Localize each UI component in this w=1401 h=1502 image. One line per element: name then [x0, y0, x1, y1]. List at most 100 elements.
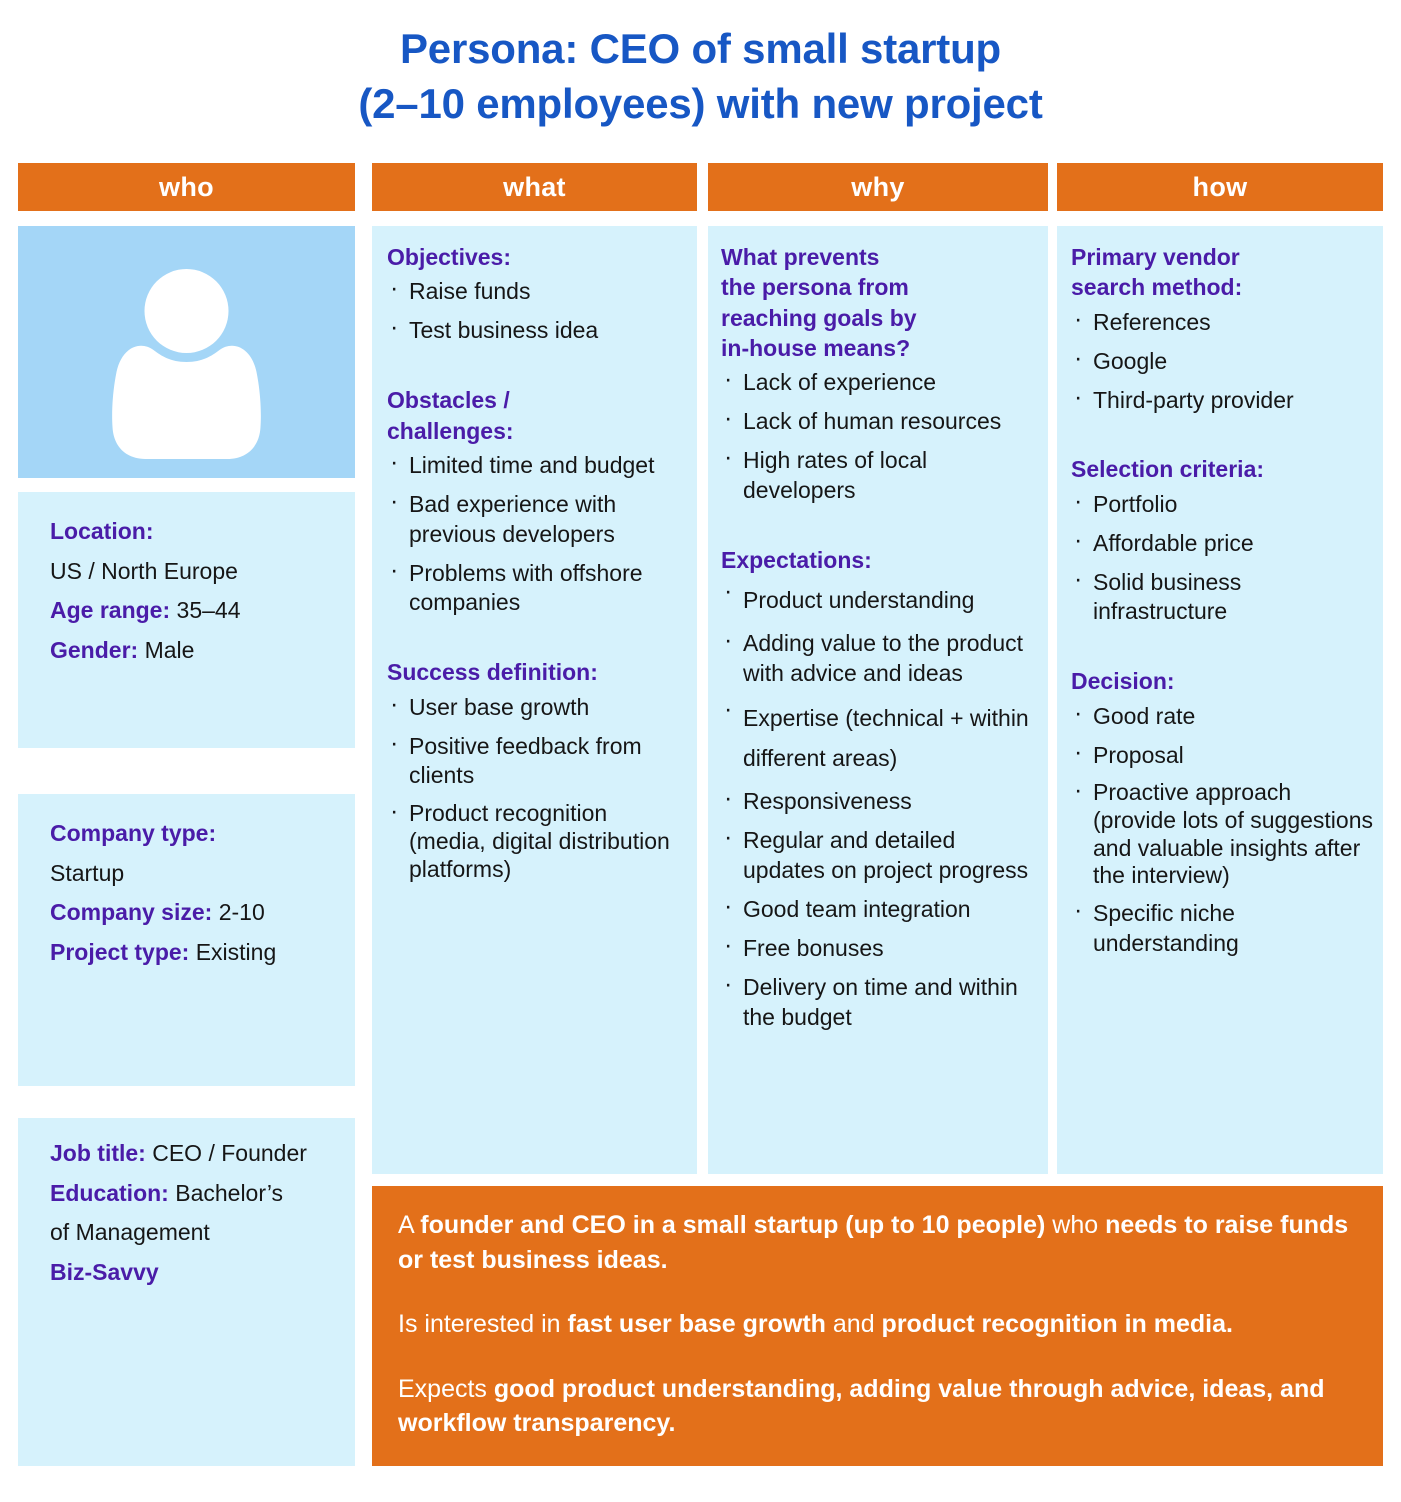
page-title-line-2: (2–10 employees) with new project	[358, 79, 1043, 127]
list-item: Bad experience with previous developers	[387, 485, 689, 550]
vendor-search-title: Primary vendor search method:	[1071, 242, 1375, 303]
summary-panel: A founder and CEO in a small startup (up…	[372, 1186, 1383, 1466]
page-title: Persona: CEO of small startup (2–10 empl…	[0, 22, 1401, 131]
list-item: High rates of local developers	[721, 441, 1042, 506]
summary-p1-b: founder and CEO in a small startup (up t…	[420, 1211, 1046, 1239]
list-item: Third-party provider	[1071, 381, 1375, 416]
list-item: Product recognition (media, digital dist…	[387, 795, 689, 883]
list-item: Limited time and budget	[387, 446, 689, 481]
summary-body: A founder and CEO in a small startup (up…	[398, 1208, 1361, 1441]
obstacles-title: Obstacles / challenges:	[387, 385, 689, 446]
summary-p2-b: fast user base growth	[567, 1310, 826, 1338]
age-range-value: 35–44	[176, 597, 241, 624]
gender-label: Gender:	[50, 636, 139, 663]
who-block-role: Job title: CEO / Founder Education: Bach…	[18, 1118, 355, 1466]
vendor-search-title-line-1: Primary vendor	[1071, 244, 1240, 270]
expectations-list: Product understanding Adding value to th…	[721, 575, 1042, 1033]
education-label: Education:	[50, 1179, 169, 1206]
list-item: Product understanding	[721, 575, 1042, 620]
list-item: Proposal	[1071, 736, 1375, 771]
list-item: Responsiveness	[721, 782, 1042, 817]
who-demographics-text: Location: US / North Europe Age range: 3…	[50, 512, 339, 670]
summary-p2-c: and	[825, 1310, 882, 1338]
location-row: Location:	[50, 512, 339, 552]
company-size-row: Company size: 2-10	[50, 893, 339, 933]
persona-infographic: Persona: CEO of small startup (2–10 empl…	[0, 0, 1401, 1502]
gender-row: Gender: Male	[50, 631, 339, 671]
why-body: What prevents the persona from reaching …	[721, 242, 1042, 1041]
summary-paragraph-3: Expects good product understanding, addi…	[398, 1372, 1361, 1441]
education-value-line2: of Management	[50, 1219, 210, 1246]
list-item: User base growth	[387, 688, 689, 723]
list-item: Lack of experience	[721, 363, 1042, 398]
age-range-label: Age range:	[50, 597, 171, 624]
list-item: Positive feedback from clients	[387, 727, 689, 792]
who-company-text: Company type: Startup Company size: 2-10…	[50, 814, 339, 972]
objectives-title: Objectives:	[387, 244, 511, 270]
biz-savvy-row: Biz-Savvy	[50, 1253, 339, 1293]
list-item: Google	[1071, 342, 1375, 377]
obstacles-title-line-2: challenges:	[387, 417, 514, 444]
person-avatar-icon	[112, 269, 261, 459]
list-item: Solid business infrastructure	[1071, 563, 1375, 628]
location-value-row: US / North Europe	[50, 552, 339, 592]
list-item: Expertise (technical + within different …	[721, 693, 1042, 778]
prevents-title-line-2: the persona from	[721, 274, 909, 301]
prevents-title-line-3: reaching goals by	[721, 304, 917, 331]
biz-savvy-label: Biz-Savvy	[50, 1258, 159, 1285]
company-type-value: Startup	[50, 859, 125, 886]
job-title-label: Job title:	[50, 1140, 146, 1166]
who-role-text: Job title: CEO / Founder Education: Bach…	[50, 1134, 339, 1292]
company-size-value: 2-10	[218, 899, 265, 926]
list-item: Good team integration	[721, 890, 1042, 925]
list-item: Portfolio	[1071, 485, 1375, 520]
list-item: Specific niche understanding	[1071, 894, 1375, 959]
column-header-why: why	[708, 163, 1048, 211]
age-row: Age range: 35–44	[50, 591, 339, 631]
objectives-list: Raise funds Test business idea	[387, 272, 689, 346]
summary-p3-b: good product understanding, adding value…	[398, 1374, 1325, 1438]
job-title-value: CEO / Founder	[152, 1140, 307, 1166]
column-header-who: who	[18, 163, 355, 211]
summary-paragraph-2: Is interested in fast user base growth a…	[398, 1307, 1361, 1342]
what-body: Objectives: Raise funds Test business id…	[387, 242, 689, 892]
summary-p2-d: product recognition in media.	[881, 1310, 1233, 1338]
selection-criteria-title: Selection criteria:	[1071, 456, 1265, 483]
prevents-title: What prevents the persona from reaching …	[721, 242, 1042, 363]
company-type-value-row: Startup	[50, 854, 339, 894]
job-title-row: Job title: CEO / Founder	[50, 1134, 339, 1174]
obstacles-title-line-1: Obstacles /	[387, 387, 510, 414]
vendor-search-title-line-2: search method:	[1071, 274, 1243, 301]
list-item: Proactive approach (provide lots of sugg…	[1071, 774, 1375, 889]
education-value: Bachelor’s	[175, 1179, 284, 1206]
gender-value: Male	[144, 636, 195, 663]
list-item: Good rate	[1071, 697, 1375, 732]
list-item: Problems with offshore companies	[387, 554, 689, 619]
success-definition-title: Success definition:	[387, 659, 598, 686]
project-type-value: Existing	[195, 938, 277, 965]
location-label: Location:	[50, 518, 154, 544]
page-title-line-1: Persona: CEO of small startup	[399, 25, 1001, 72]
who-block-company: Company type: Startup Company size: 2-10…	[18, 794, 355, 1086]
list-item: Delivery on time and within the budget	[721, 968, 1042, 1033]
list-item: References	[1071, 303, 1375, 338]
column-what: Objectives: Raise funds Test business id…	[372, 226, 697, 1174]
decision-list: Good rate Proposal Proactive approach (p…	[1071, 697, 1375, 959]
list-item: Affordable price	[1071, 524, 1375, 559]
list-item: Regular and detailed updates on project …	[721, 821, 1042, 886]
avatar	[18, 226, 355, 478]
summary-paragraph-1: A founder and CEO in a small startup (up…	[398, 1208, 1361, 1277]
column-header-what: what	[372, 163, 697, 211]
project-type-label: Project type:	[50, 938, 190, 965]
decision-title: Decision:	[1071, 668, 1175, 695]
who-block-demographics: Location: US / North Europe Age range: 3…	[18, 492, 355, 748]
company-size-label: Company size:	[50, 899, 213, 926]
prevents-title-line-4: in-house means?	[721, 335, 911, 362]
prevents-list: Lack of experience Lack of human resourc…	[721, 363, 1042, 506]
column-how: Primary vendor search method: References…	[1057, 226, 1383, 1174]
summary-p1-c: who	[1045, 1211, 1106, 1239]
vendor-methods-list: References Google Third-party provider	[1071, 303, 1375, 416]
